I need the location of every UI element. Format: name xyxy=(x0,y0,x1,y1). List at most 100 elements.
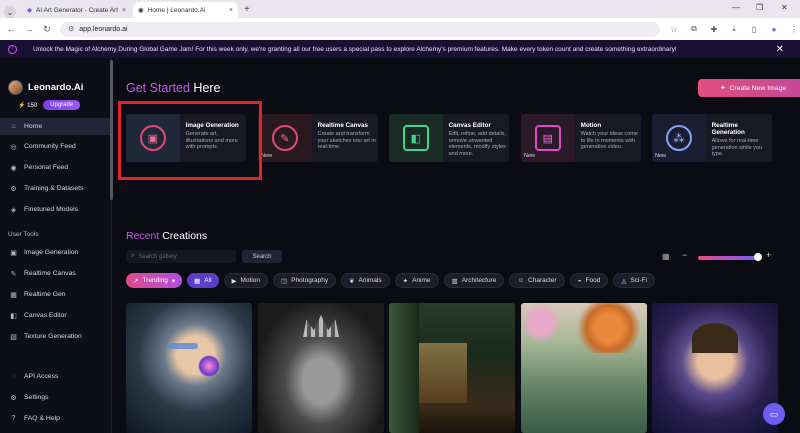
filter-food[interactable]: ◒ Food xyxy=(569,273,609,288)
sidebar-item-texture-generation[interactable]: ▧ Texture Generation xyxy=(0,328,110,345)
filter-animals[interactable]: ❦ Animals xyxy=(341,273,390,288)
gallery-image[interactable] xyxy=(521,303,647,433)
grid-view-icon[interactable]: ▦ xyxy=(662,252,670,261)
chat-support-button[interactable]: ▭ xyxy=(763,403,785,425)
browser-tab-2[interactable]: ◉ Home | Leonardo.Ai × xyxy=(133,2,238,18)
gallery-image[interactable] xyxy=(389,303,515,433)
filter-chips: ↗ Trending ▾ ▦ All ▶ Motion ◫ Photography ❦ An… xyxy=(126,273,655,288)
download-icon[interactable]: ⤓ xyxy=(728,24,740,34)
sidebar-item-label: Community Feed xyxy=(24,143,76,150)
profile-avatar[interactable]: ● xyxy=(768,25,780,34)
get-started-heading: Get Started Here xyxy=(126,81,221,95)
personal-icon: ◉ xyxy=(10,164,17,172)
sidebar-item-api-access[interactable]: ◌ API Access xyxy=(0,368,110,385)
api-icon: ◌ xyxy=(11,373,16,380)
maximize-icon[interactable]: ❐ xyxy=(756,3,763,12)
token-count: ⚡ 150 xyxy=(18,102,37,109)
gallery-image[interactable] xyxy=(652,303,778,433)
motion-icon: ▶ xyxy=(231,277,237,285)
new-badge: New xyxy=(524,153,536,159)
tab-search-icon[interactable]: ⌄ xyxy=(4,6,16,18)
realtime-generation-icon: ⁂ xyxy=(665,125,692,151)
browser-tab-1[interactable]: ◆ AI Art Generator - Create Art × xyxy=(22,2,127,18)
address-bar[interactable]: ⚙ app.leonardo.ai xyxy=(60,21,660,37)
canvas-icon: ✎ xyxy=(10,270,17,278)
card-realtime-canvas[interactable]: ✎ New Realtime Canvas Create and transform… xyxy=(258,114,378,162)
token-row: ⚡ 150 Upgrade xyxy=(18,100,81,110)
tab-close-icon[interactable]: × xyxy=(229,7,233,14)
tab-close-icon[interactable]: × xyxy=(122,7,126,14)
brand-name: Leonardo.Ai xyxy=(28,82,84,93)
filter-trending[interactable]: ↗ Trending ▾ xyxy=(126,273,183,288)
user-avatar[interactable] xyxy=(8,80,23,95)
tab-title: Home | Leonardo.Ai xyxy=(147,6,206,14)
zoom-slider-handle[interactable] xyxy=(754,253,762,261)
chip-label: Animals xyxy=(358,277,382,284)
filter-photography[interactable]: ◫ Photography xyxy=(273,273,337,288)
recent-creations-heading: Recent Creations xyxy=(126,230,207,242)
person-icon: ☺ xyxy=(517,277,525,284)
zoom-in-icon[interactable]: + xyxy=(766,250,771,260)
sidebar-item-community-feed[interactable]: ◎ Community Feed xyxy=(0,138,110,155)
card-realtime-generation[interactable]: ⁂ New Realtime Generation Allows for real-… xyxy=(652,114,772,162)
sidebar-item-training[interactable]: ⚙ Training & Datasets xyxy=(0,180,110,197)
card-canvas-editor[interactable]: ◧ Canvas Editor Edit, refine, add details… xyxy=(389,114,509,162)
card-title: Realtime Generation xyxy=(711,122,745,136)
forward-icon[interactable]: → xyxy=(24,24,34,34)
card-description: Allows for real-time generation while yo… xyxy=(711,138,763,157)
minimize-icon[interactable]: — xyxy=(732,3,740,12)
card-motion[interactable]: ▤ New Motion Watch your ideas come to life… xyxy=(521,114,641,162)
upgrade-button[interactable]: Upgrade xyxy=(43,100,81,110)
tab-title: AI Art Generator - Create Art xyxy=(36,6,119,14)
sidepanel-icon[interactable]: ▯ xyxy=(748,25,760,34)
sidebar-item-finetuned-models[interactable]: ◈ Finetuned Models xyxy=(0,201,110,218)
menu-kebab-icon[interactable]: ⋮ xyxy=(788,25,800,34)
chip-label: Sci-Fi xyxy=(630,277,647,284)
new-tab-icon[interactable]: + xyxy=(244,2,250,18)
sidebar-item-personal-feed[interactable]: ◉ Personal Feed xyxy=(0,159,110,176)
banner-close-icon[interactable]: ✕ xyxy=(776,44,784,55)
gallery-search-input[interactable]: ⌕ Search gallery xyxy=(126,250,236,263)
chip-label: Food xyxy=(585,277,601,284)
site-info-icon[interactable]: ⚙ xyxy=(68,25,74,33)
sidebar-item-home[interactable]: ⌂ Home xyxy=(0,118,110,135)
card-description: Edit, refine, add details, remove unwant… xyxy=(448,131,507,157)
search-button[interactable]: Search xyxy=(242,250,282,263)
chip-label: Photography xyxy=(291,277,329,284)
sidebar-item-settings[interactable]: ⚙ Settings xyxy=(0,389,110,406)
filter-sci-fi[interactable]: ◬ Sci-Fi xyxy=(613,273,655,288)
motion-icon: ▤ xyxy=(534,125,561,151)
extension-icon[interactable]: ⧉ xyxy=(688,24,700,34)
realtime-icon: ▦ xyxy=(10,291,17,299)
puzzle-icon[interactable]: ✚ xyxy=(708,25,720,34)
zoom-slider[interactable] xyxy=(698,256,758,260)
gallery-image[interactable] xyxy=(126,303,252,433)
filter-motion[interactable]: ▶ Motion xyxy=(223,273,269,288)
filter-all[interactable]: ▦ All xyxy=(187,273,219,288)
rocket-icon: ◬ xyxy=(621,277,627,285)
sidebar-item-image-generation[interactable]: ▣ Image Generation xyxy=(0,244,110,261)
window-close-icon[interactable]: ✕ xyxy=(781,3,788,12)
gallery-image[interactable] xyxy=(258,303,384,433)
back-icon[interactable]: ← xyxy=(6,24,16,34)
filter-architecture[interactable]: ▥ Architecture xyxy=(443,273,505,288)
chip-label: Architecture xyxy=(461,277,497,284)
sidebar-item-label: Realtime Gen xyxy=(24,291,66,298)
filter-character[interactable]: ☺ Character xyxy=(509,273,565,288)
home-icon: ⌂ xyxy=(11,123,16,130)
training-icon: ⚙ xyxy=(10,185,17,193)
create-new-image-button[interactable]: ✦ Create New Image xyxy=(698,79,800,97)
reload-icon[interactable]: ↻ xyxy=(42,24,52,35)
paw-icon: ❦ xyxy=(349,277,355,285)
sidebar-item-realtime-gen[interactable]: ▦ Realtime Gen xyxy=(0,286,110,303)
bookmark-star-icon[interactable]: ☆ xyxy=(668,25,680,34)
browser-chrome: ⌄ ◆ AI Art Generator - Create Art × ◉ Ho… xyxy=(0,0,800,40)
sidebar-item-realtime-canvas[interactable]: ✎ Realtime Canvas xyxy=(0,265,110,282)
sidebar-item-faq[interactable]: ? FAQ & Help xyxy=(0,410,110,427)
filter-anime[interactable]: ✦ Anime xyxy=(394,273,439,288)
sidebar-item-canvas-editor[interactable]: ◧ Canvas Editor xyxy=(0,307,110,324)
heading-accent: Recent xyxy=(126,230,160,242)
brand-logo[interactable]: Leonardo.Ai xyxy=(8,80,83,95)
zoom-out-icon[interactable]: − xyxy=(682,250,687,260)
card-title: Motion xyxy=(580,122,602,129)
